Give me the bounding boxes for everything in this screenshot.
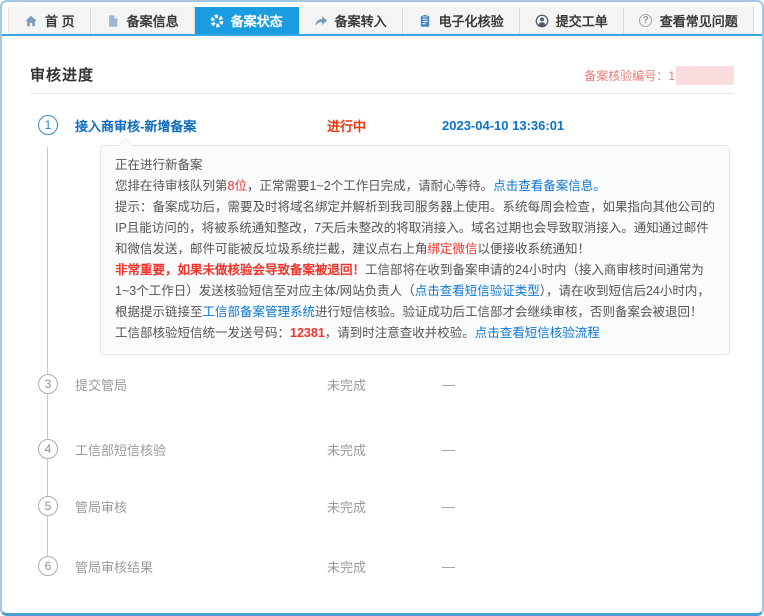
verify-number-label: 备案核验编号：: [584, 67, 668, 84]
tab-document[interactable]: 备案信息: [91, 7, 195, 34]
question-icon: ?: [639, 14, 653, 28]
page-title: 审核进度: [30, 64, 94, 85]
step-row-4: 4 工信部短信核验未完成—: [30, 439, 734, 459]
clipboard-icon: [418, 14, 432, 28]
tab-home[interactable]: 首 页: [8, 7, 91, 34]
tab-user[interactable]: 提交工单: [520, 7, 624, 34]
user-icon: [535, 14, 549, 28]
tab-label: 首 页: [45, 11, 75, 30]
tab-label: 备案转入: [335, 11, 387, 30]
notice-text: ，正常需要1~2个工作日完成，请耐心等待。: [247, 179, 493, 193]
sms-verify-flow-link[interactable]: 点击查看短信核验流程: [475, 326, 600, 340]
step-date: —: [442, 499, 455, 514]
notice-text: 以便接收系统通知！: [478, 242, 591, 256]
step-row-3: 3 提交管局未完成—: [30, 374, 734, 394]
header-divider: [30, 93, 734, 94]
notice-text: 正在进行新备案: [115, 158, 203, 172]
tab-bar: 首 页 备案信息 备案状态 备案转入 电子化核验 提交工单? 查看常见问题: [2, 2, 762, 34]
step-number-circle: 4: [38, 439, 58, 459]
filing-status-window: 首 页 备案信息 备案状态 备案转入 电子化核验 提交工单? 查看常见问题 审核进度 备案核…: [0, 0, 764, 616]
tab-gear[interactable]: 备案状态: [195, 7, 299, 34]
tabbar-accent-line: [2, 34, 762, 36]
page-header: 审核进度 备案核验编号：1: [30, 64, 734, 93]
step-number-circle: 5: [38, 496, 58, 516]
notice-paragraph: 非常重要，如果未做核验会导致备案被退回！工信部将在收到备案申请的24小时内（接入…: [115, 260, 715, 344]
step-row-1: 1 接入商审核-新增备案进行中2023-04-10 13:36:01: [30, 115, 734, 135]
notice-text: 提示：备案成功后，需要及时将域名绑定并解析到我司服务器上使用。系统每周会检查，如…: [115, 200, 715, 256]
step-number-circle: 3: [38, 374, 58, 394]
bind-wechat-text: 绑定微信: [428, 242, 478, 256]
notice-text: 8位: [228, 179, 247, 193]
view-filing-info-link[interactable]: 点击查看备案信息。: [493, 179, 606, 193]
step-date: 2023-04-10 13:36:01: [442, 118, 564, 133]
redacted-verify-number: [676, 66, 734, 85]
step-status: 未完成: [327, 557, 442, 576]
step-date: —: [442, 442, 455, 457]
tab-label: 备案状态: [231, 11, 283, 30]
step-status: 未完成: [327, 497, 442, 516]
step-label: 提交管局: [75, 375, 327, 394]
gear-icon: [210, 14, 224, 28]
notice-paragraph: 您排在待审核队列第8位，正常需要1~2个工作日完成，请耐心等待。点击查看备案信息…: [115, 176, 715, 197]
step-row-6: 6 管局审核结果未完成—: [30, 556, 734, 576]
verify-number-line: 备案核验编号：1: [584, 66, 734, 85]
step-label: 接入商审核-新增备案: [75, 116, 327, 135]
sms-verify-type-link[interactable]: 点击查看短信验证类型: [415, 284, 540, 298]
miit-filing-system-link[interactable]: 工信部备案管理系统: [203, 305, 316, 319]
tab-label: 提交工单: [556, 11, 608, 30]
tab-label: 备案信息: [127, 11, 179, 30]
progress-steps: 1 接入商审核-新增备案进行中2023-04-10 13:36:01 正在进行新备案…: [30, 115, 734, 584]
notice-paragraph: 提示：备案成功后，需要及时将域名绑定并解析到我司服务器上使用。系统每周会检查，如…: [115, 197, 715, 260]
tab-label: 查看常见问题: [660, 11, 738, 30]
step-label: 工信部短信核验: [75, 440, 327, 459]
step-status: 进行中: [327, 116, 442, 135]
question-circle-glyph: ?: [639, 14, 652, 27]
tab-label: 电子化核验: [439, 11, 504, 30]
step-date: —: [442, 559, 455, 574]
step-row-5: 5 管局审核未完成—: [30, 496, 734, 516]
step-notice-box: 正在进行新备案您排在待审核队列第8位，正常需要1~2个工作日完成，请耐心等待。点…: [100, 145, 730, 355]
home-icon: [24, 14, 38, 28]
document-icon: [106, 14, 120, 28]
notice-text: ，请到时注意查收并校验。: [325, 326, 475, 340]
tab-question[interactable]: ? 查看常见问题: [624, 7, 754, 34]
step-number-circle: 6: [38, 556, 58, 576]
step-label: 管局审核: [75, 497, 327, 516]
notice-text: 非常重要，如果未做核验会导致备案被退回！: [115, 263, 365, 277]
step-status: 未完成: [327, 440, 442, 459]
step-date: —: [442, 377, 455, 392]
verify-number-visible: 1: [668, 69, 675, 83]
step-number-circle: 1: [38, 115, 58, 135]
tab-transfer-arrow[interactable]: 备案转入: [299, 7, 403, 34]
notice-paragraph: 正在进行新备案: [115, 155, 715, 176]
notice-text: 12381: [290, 326, 325, 340]
main-content: 审核进度 备案核验编号：1 1接入商审核-新增备案进行中2023-04-10 1…: [2, 64, 762, 584]
notice-text: 您排在待审核队列第: [115, 179, 228, 193]
step-label: 管局审核结果: [75, 557, 327, 576]
step-status: 未完成: [327, 375, 442, 394]
tab-clipboard[interactable]: 电子化核验: [403, 7, 520, 34]
transfer-arrow-icon: [314, 14, 328, 28]
